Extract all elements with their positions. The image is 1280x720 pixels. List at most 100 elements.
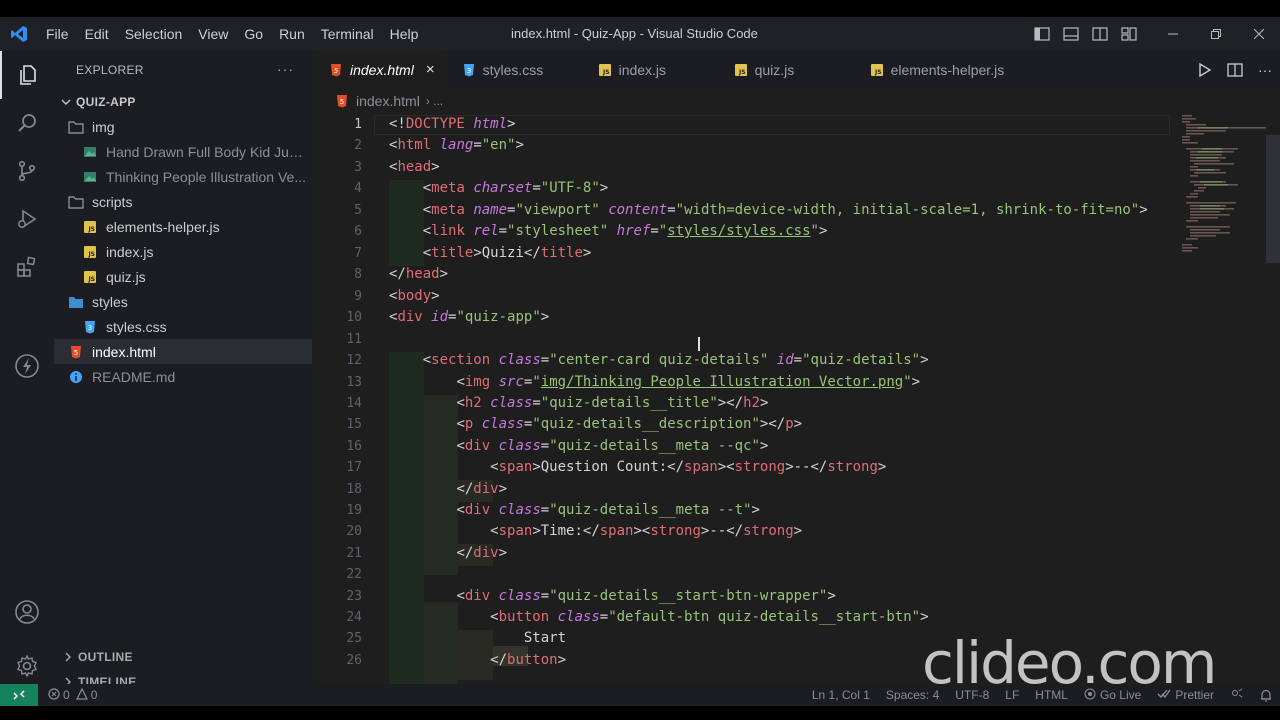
svg-text:5: 5 [334,67,339,75]
toggle-sidebar-icon[interactable] [1027,17,1056,51]
customize-layout-icon[interactable] [1114,17,1143,51]
check-double-icon [1157,688,1171,703]
menu-edit[interactable]: Edit [77,17,117,51]
line-number: 26 [346,653,362,668]
menu-run[interactable]: Run [271,17,313,51]
tab-quiz-js[interactable]: JS quiz.js [718,51,855,89]
tree-item-image-2[interactable]: Thinking People Illustration Ve... [54,164,312,189]
line-number: 9 [354,289,362,304]
remote-window-icon[interactable] [0,684,38,706]
vscode-window: File Edit Selection View Go Run Terminal… [0,17,1280,706]
html-icon: 5 [334,93,350,109]
mouse-cursor-icon [698,337,700,351]
encoding[interactable]: UTF-8 [947,688,997,702]
tree-item-label: index.html [92,343,156,360]
cursor-position[interactable]: Ln 1, Col 1 [804,688,878,702]
end-of-line[interactable]: LF [997,688,1027,702]
tree-item-label: quiz.js [106,268,146,285]
minimap[interactable] [1182,113,1266,293]
problems-indicator[interactable]: 0 0 [48,687,98,703]
source-control-icon[interactable] [0,147,54,195]
tree-item-label: elements-helper.js [106,218,220,235]
menu-selection[interactable]: Selection [117,17,191,51]
code-line: </div> [456,481,508,497]
breadcrumb-more[interactable]: › ... [426,94,443,108]
line-number: 15 [346,417,362,432]
tab-elements-helper-js[interactable]: JS elements-helper.js [854,51,1017,89]
indentation[interactable]: Spaces: 4 [878,688,947,702]
tab-styles-css[interactable]: 3 styles.css [446,51,583,89]
split-editor-icon[interactable] [1220,53,1250,87]
run-debug-icon[interactable] [0,195,54,243]
explorer-icon[interactable] [0,51,54,99]
minimize-icon[interactable] [1151,17,1194,51]
vertical-scrollbar[interactable] [1266,135,1280,263]
search-icon[interactable] [0,99,54,147]
menu-terminal[interactable]: Terminal [313,17,382,51]
language-mode[interactable]: HTML [1027,688,1076,702]
line-number: 10 [346,310,362,325]
warning-count: 0 [90,688,98,702]
tab-label: styles.css [482,62,544,78]
line-number: 2 [354,138,362,153]
menu-go[interactable]: Go [236,17,271,51]
extensions-icon[interactable] [0,243,54,291]
menu-file[interactable]: File [38,17,77,51]
breadcrumb-file[interactable]: index.html [356,93,420,109]
activity-bar [0,51,54,684]
editor-actions: ··· [1190,51,1280,89]
css-icon: 3 [461,62,477,78]
prettier-button[interactable]: Prettier [1149,688,1222,703]
info-icon [68,369,84,385]
toggle-panel-icon[interactable] [1056,17,1085,51]
tree-item-elements-helper[interactable]: JS elements-helper.js [54,214,312,239]
code-line: <meta name="viewport" content="width=dev… [422,202,1148,218]
code-line: </div> [456,545,508,561]
tree-item-styles-css[interactable]: 3 styles.css [54,314,312,339]
prettier-label: Prettier [1175,688,1214,702]
line-number: 3 [354,160,362,175]
menu-view[interactable]: View [190,17,236,51]
feedback-icon[interactable] [1222,688,1252,702]
code-line: <div class="quiz-details__meta --t"> [456,502,760,518]
folder-root[interactable]: QUIZ-APP [54,89,312,114]
more-actions-icon[interactable]: ··· [277,61,294,77]
line-number: 17 [346,460,362,475]
tree-item-quiz-js[interactable]: JS quiz.js [54,264,312,289]
js-icon: JS [733,62,749,78]
tree-item-label: index.js [106,243,154,260]
tree-item-image-1[interactable]: Hand Drawn Full Body Kid Jum... [54,139,312,164]
live-share-icon[interactable] [0,342,54,390]
account-icon[interactable] [0,588,54,636]
tab-index-js[interactable]: JS index.js [582,51,719,89]
toggle-secondary-sidebar-icon[interactable] [1085,17,1114,51]
go-live-button[interactable]: Go Live [1076,688,1149,703]
restore-icon[interactable] [1194,17,1237,51]
line-number: 11 [346,332,362,347]
js-icon: JS [82,244,98,260]
tab-index-html[interactable]: 5 index.html × [314,51,447,89]
line-number: 18 [346,482,362,497]
window-title: index.html - Quiz-App - Visual Studio Co… [511,26,758,41]
code-line: <title>Quizi</title> [422,245,592,261]
tree-item-img[interactable]: img [54,114,312,139]
outline-section[interactable]: OUTLINE [54,644,312,669]
tree-item-scripts[interactable]: scripts [54,189,312,214]
line-number: 25 [346,631,362,646]
code-line: </button> [490,652,567,668]
settings-gear-icon[interactable] [0,642,54,690]
tree-item-index-js[interactable]: JS index.js [54,239,312,264]
tree-item-readme[interactable]: README.md [54,364,312,389]
tree-item-styles[interactable]: styles [54,289,312,314]
notifications-bell-icon[interactable] [1252,689,1280,702]
tree-item-index-html[interactable]: 5 index.html [54,339,312,364]
code-editor[interactable]: 1 2 3 4 5 6 7 8 9 10 11 12 13 14 15 16 17 18 19 20 21 22 23 24 2… [314,113,1280,684]
error-icon [48,687,60,703]
js-icon: JS [869,62,885,78]
code-line: <span>Question Count:</span><strong>--</… [490,459,887,475]
close-icon[interactable]: × [426,61,435,78]
close-window-icon[interactable] [1237,17,1280,51]
menu-help[interactable]: Help [382,17,427,51]
run-file-icon[interactable] [1190,53,1220,87]
more-actions-icon[interactable]: ··· [1250,53,1280,87]
